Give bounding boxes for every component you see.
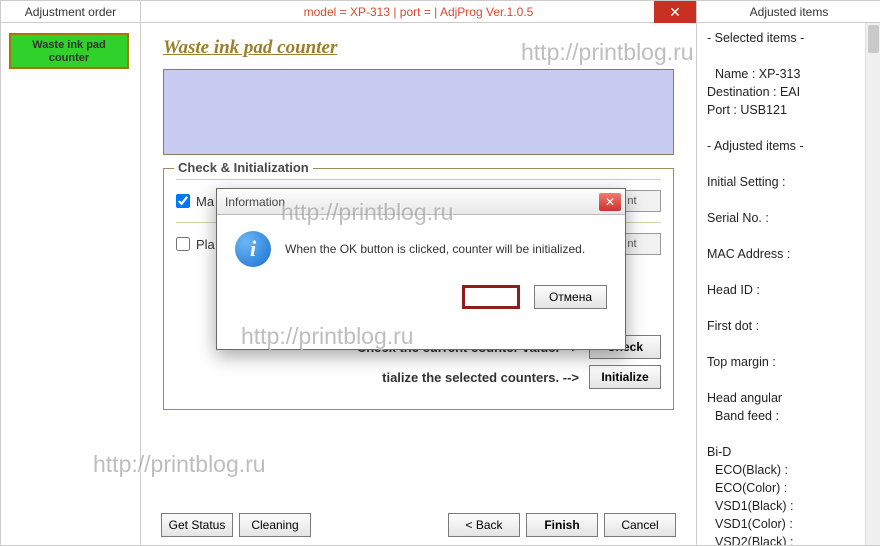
adjusted-item-line: - Adjusted items - (707, 137, 873, 155)
fieldset-legend: Check & Initialization (174, 160, 313, 175)
adjusted-item-line (707, 425, 873, 443)
dialog-close-button[interactable]: ✕ (599, 193, 621, 211)
adjusted-item-line: Name : XP-313 (707, 65, 873, 83)
finish-button[interactable]: Finish (526, 513, 598, 537)
adjusted-item-line: VSD2(Black) : (707, 533, 873, 545)
adjusted-item-line: Head angular (707, 389, 873, 407)
dialog-message: When the OK button is clicked, counter w… (285, 242, 585, 256)
main-pad-checkbox[interactable] (176, 194, 190, 208)
window-title-text: model = XP-313 | port = | AdjProg Ver.1.… (304, 5, 534, 19)
cancel-button[interactable]: Cancel (604, 513, 676, 537)
close-icon: ✕ (669, 4, 681, 20)
log-textarea[interactable] (163, 69, 674, 155)
adjusted-item-line (707, 47, 873, 65)
adjusted-item-line (707, 263, 873, 281)
waste-button-line1: Waste ink pad (32, 39, 106, 51)
right-panel-title: Adjusted items (697, 1, 880, 23)
platen-pad-checkbox[interactable] (176, 237, 190, 251)
adjusted-item-line: VSD1(Black) : (707, 497, 873, 515)
back-button[interactable]: < Back (448, 513, 520, 537)
window-close-button[interactable]: ✕ (654, 1, 696, 23)
adjusted-item-line (707, 119, 873, 137)
adjusted-item-line: First dot : (707, 317, 873, 335)
adjusted-items-list: - Selected items - Name : XP-313Destinat… (697, 23, 880, 545)
dialog-footer: Отмена (217, 277, 625, 323)
footer-bar: Get Status Cleaning < Back Finish Cancel (161, 513, 676, 537)
adjusted-item-line (707, 371, 873, 389)
dialog-cancel-button[interactable]: Отмена (534, 285, 607, 309)
adjusted-item-line (707, 155, 873, 173)
adjusted-item-line: Bi-D (707, 443, 873, 461)
initialize-action-label: tialize the selected counters. --> (382, 370, 579, 385)
get-status-button[interactable]: Get Status (161, 513, 233, 537)
adjusted-item-line (707, 299, 873, 317)
adjusted-item-line: Serial No. : (707, 209, 873, 227)
window-title: model = XP-313 | port = | AdjProg Ver.1.… (141, 1, 696, 23)
adjusted-item-line: MAC Address : (707, 245, 873, 263)
information-dialog: Information ✕ i When the OK button is cl… (216, 188, 626, 350)
adjusted-item-line (707, 191, 873, 209)
adjusted-item-line: Destination : EAI (707, 83, 873, 101)
info-icon: i (235, 231, 271, 267)
initialize-action-line: tialize the selected counters. --> Initi… (176, 365, 661, 389)
adjusted-item-line: Top margin : (707, 353, 873, 371)
initialize-button[interactable]: Initialize (589, 365, 661, 389)
dialog-body: i When the OK button is clicked, counter… (217, 215, 625, 277)
dialog-ok-button[interactable] (462, 285, 520, 309)
adjusted-item-line (707, 227, 873, 245)
waste-button-line2: counter (49, 52, 89, 64)
adjusted-item-line: Initial Setting : (707, 173, 873, 191)
dialog-titlebar[interactable]: Information ✕ (217, 189, 625, 215)
adjusted-item-line: Port : USB121 (707, 101, 873, 119)
right-scrollbar[interactable] (865, 23, 880, 545)
left-panel: Adjustment order Waste ink pad counter (1, 1, 141, 545)
adjusted-item-line: Head ID : (707, 281, 873, 299)
left-panel-title: Adjustment order (1, 1, 140, 23)
adjusted-item-line: ECO(Color) : (707, 479, 873, 497)
scrollbar-thumb[interactable] (868, 25, 879, 53)
dialog-title-text: Information (225, 195, 285, 209)
adjusted-items-panel: Adjusted items - Selected items - Name :… (697, 1, 880, 545)
adjusted-item-line: - Selected items - (707, 29, 873, 47)
waste-ink-pad-button[interactable]: Waste ink pad counter (9, 33, 129, 69)
adjusted-item-line: Band feed : (707, 407, 873, 425)
cleaning-button[interactable]: Cleaning (239, 513, 311, 537)
adjusted-item-line: VSD1(Color) : (707, 515, 873, 533)
section-title: Waste ink pad counter (163, 37, 674, 59)
adjusted-item-line: ECO(Black) : (707, 461, 873, 479)
dialog-close-icon: ✕ (605, 195, 615, 209)
adjusted-item-line (707, 335, 873, 353)
